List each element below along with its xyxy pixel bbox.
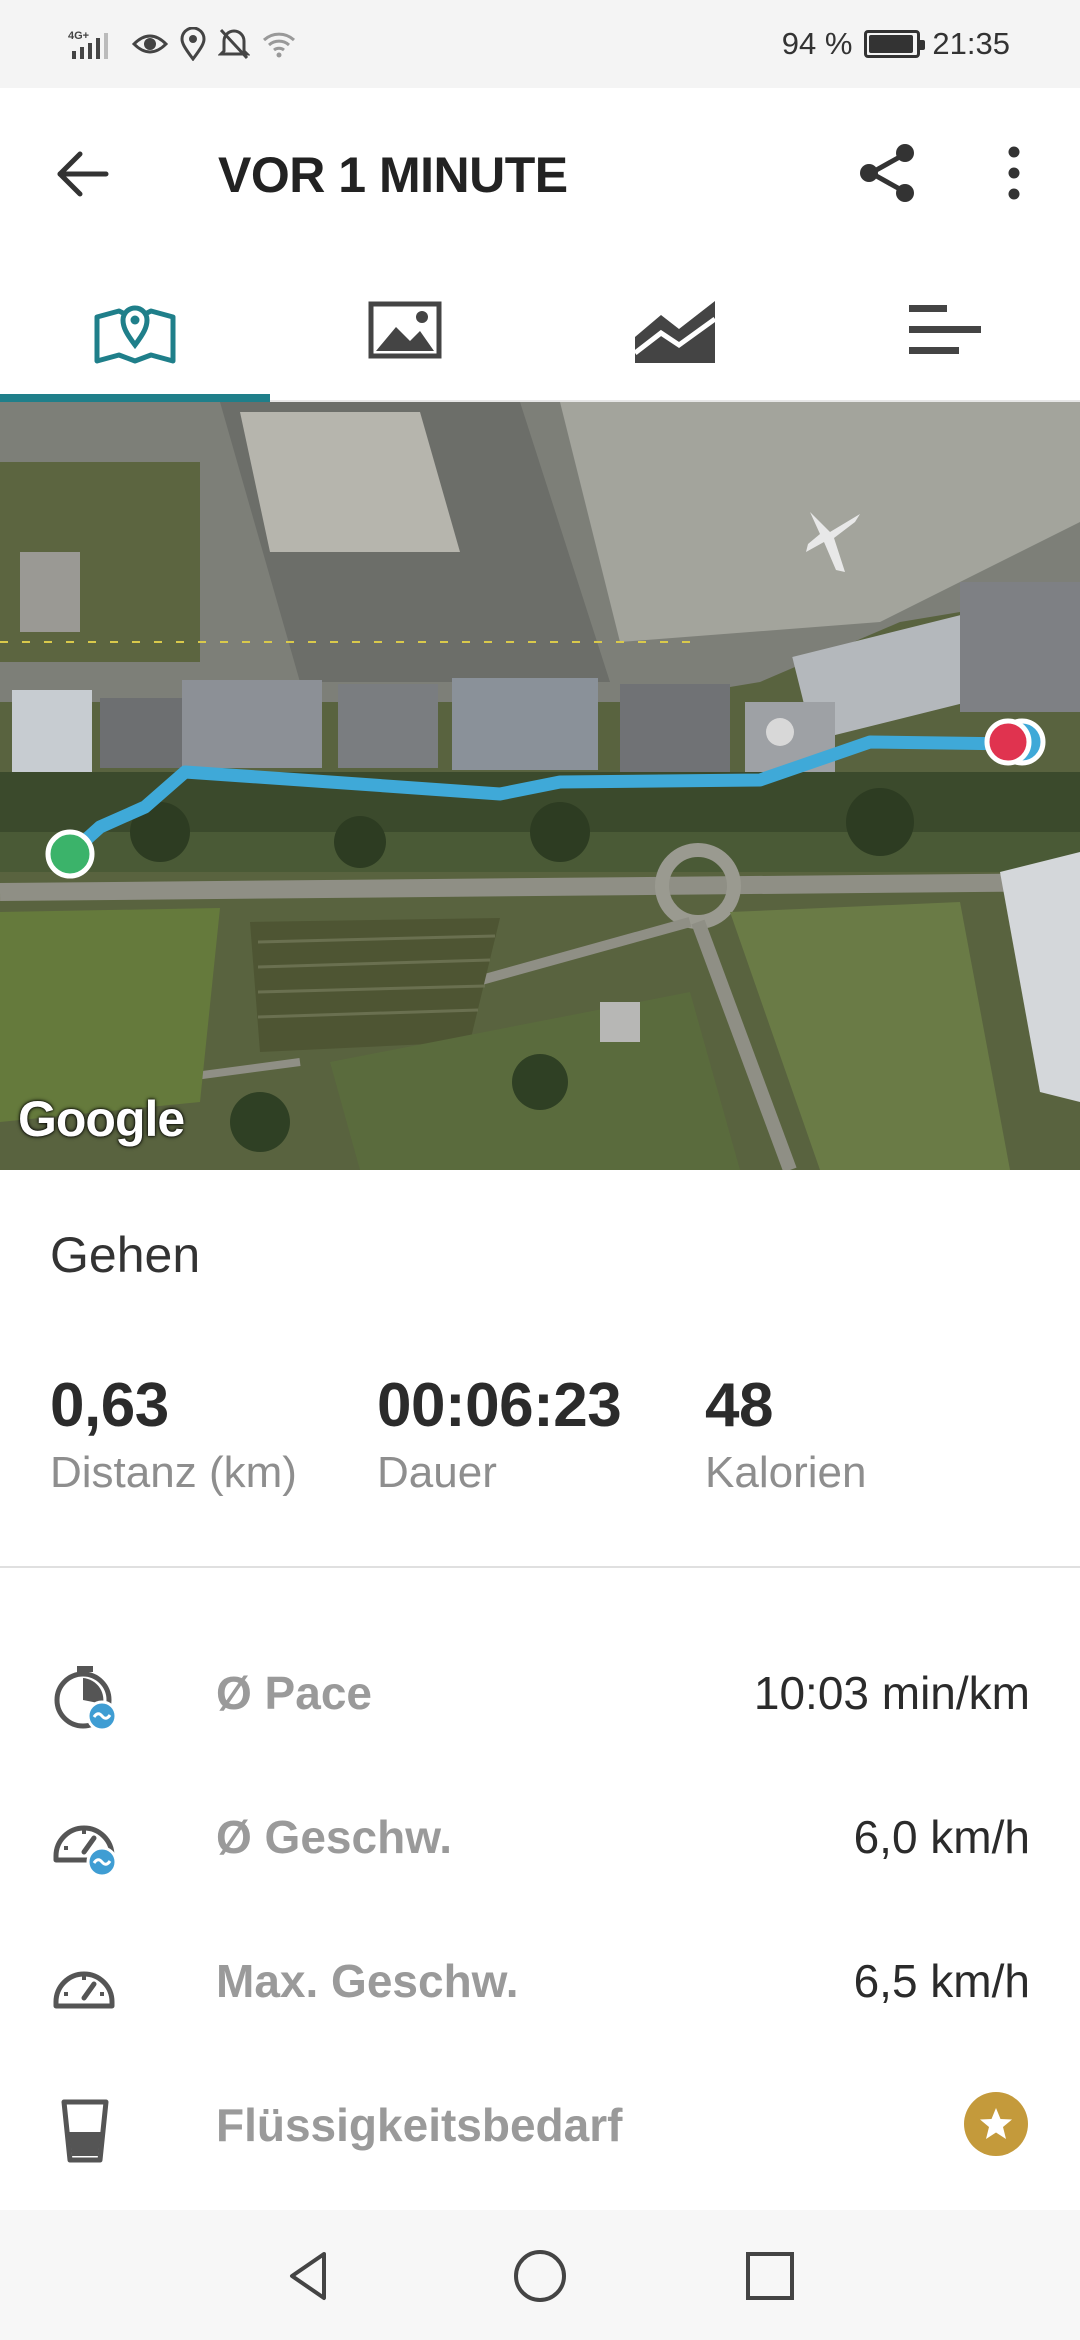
premium-star-icon[interactable] [964, 2092, 1028, 2156]
more-vertical-icon [1008, 146, 1020, 200]
metric-row-hydration[interactable]: Flüssigkeitsbedarf [0, 2074, 1080, 2174]
tab-bar [0, 260, 1080, 402]
mute-bell-icon [218, 27, 250, 61]
back-arrow-icon [57, 151, 109, 197]
nav-recents-icon [746, 2252, 794, 2300]
tab-charts[interactable] [540, 260, 810, 400]
tab-active-indicator [0, 394, 270, 402]
nav-recents-button[interactable] [740, 2246, 800, 2306]
page-title: VOR 1 MINUTE [218, 147, 568, 203]
battery-icon [864, 30, 926, 58]
stat-distance: 0,63 Distanz (km) [50, 1370, 297, 1498]
stat-duration: 00:06:23 Dauer [377, 1370, 622, 1498]
activity-type: Gehen [50, 1227, 201, 1283]
clock: 21:35 [932, 26, 1010, 61]
status-right: 94 % 21:35 [782, 22, 1010, 66]
list-bars-icon [909, 305, 981, 354]
system-nav-bar [0, 2210, 1080, 2340]
signal-icon: 4G+ [68, 27, 120, 61]
metric-row-pace: Ø Pace 10:03 min/km [0, 1642, 1080, 1742]
stat-calories-value: 48 [705, 1371, 773, 1440]
more-options-button[interactable] [994, 140, 1034, 206]
metric-max-speed-value: 6,5 km/h [853, 1955, 1030, 2007]
speedometer-avg-icon [53, 1825, 118, 1878]
stat-distance-label: Distanz (km) [50, 1448, 297, 1497]
cup-icon [61, 2099, 109, 2163]
stat-duration-value: 00:06:23 [377, 1371, 622, 1440]
metric-row-max-speed: Max. Geschw. 6,5 km/h [0, 1930, 1080, 2030]
location-icon [180, 27, 206, 61]
speedometer-max-icon [53, 1971, 115, 2009]
wifi-icon [262, 30, 296, 58]
map-pin-icon [94, 305, 176, 364]
nav-home-button[interactable] [510, 2246, 570, 2306]
battery-fill [869, 35, 913, 53]
chart-area-icon [633, 301, 717, 363]
metric-max-speed-label: Max. Geschw. [216, 1955, 519, 2007]
metric-avg-speed-value: 6,0 km/h [853, 1811, 1030, 1863]
nav-back-button[interactable] [280, 2246, 340, 2306]
nav-home-icon [514, 2250, 566, 2302]
eye-icon [132, 29, 168, 59]
back-button[interactable] [50, 142, 114, 206]
status-bar: 4G+ 94 % 21:35 [0, 0, 1080, 88]
summary-stats: 0,63 Distanz (km) 00:06:23 Dauer 48 Kalo… [0, 1370, 1080, 1526]
status-icons: 4G+ [68, 22, 296, 66]
metric-pace-label: Ø Pace [216, 1667, 372, 1719]
image-icon [368, 301, 442, 359]
stat-distance-value: 0,63 [50, 1371, 169, 1440]
satellite-map-image [0, 402, 1080, 1170]
nav-back-icon [290, 2252, 326, 2300]
metric-pace-value: 10:03 min/km [753, 1667, 1030, 1719]
stat-duration-label: Dauer [377, 1448, 497, 1497]
app-bar: VOR 1 MINUTE [0, 88, 1080, 260]
share-button[interactable] [855, 140, 921, 206]
stat-calories-label: Kalorien [705, 1448, 867, 1497]
battery-percent: 94 % [781, 26, 853, 61]
tab-details[interactable] [810, 260, 1080, 400]
google-attribution: Google [18, 1091, 185, 1147]
metric-row-avg-speed: Ø Geschw. 6,0 km/h [0, 1786, 1080, 1886]
stopwatch-pace-icon [54, 1666, 118, 1732]
stat-calories: 48 Kalorien [705, 1370, 866, 1498]
metric-hydration-label: Flüssigkeitsbedarf [216, 2099, 623, 2151]
section-divider [0, 1566, 1080, 1568]
share-icon [860, 144, 914, 202]
tab-map[interactable] [0, 260, 270, 402]
svg-text:4G+: 4G+ [68, 30, 89, 42]
metric-avg-speed-label: Ø Geschw. [216, 1811, 453, 1863]
route-map[interactable]: Google [0, 402, 1080, 1170]
tab-photos[interactable] [270, 260, 540, 400]
